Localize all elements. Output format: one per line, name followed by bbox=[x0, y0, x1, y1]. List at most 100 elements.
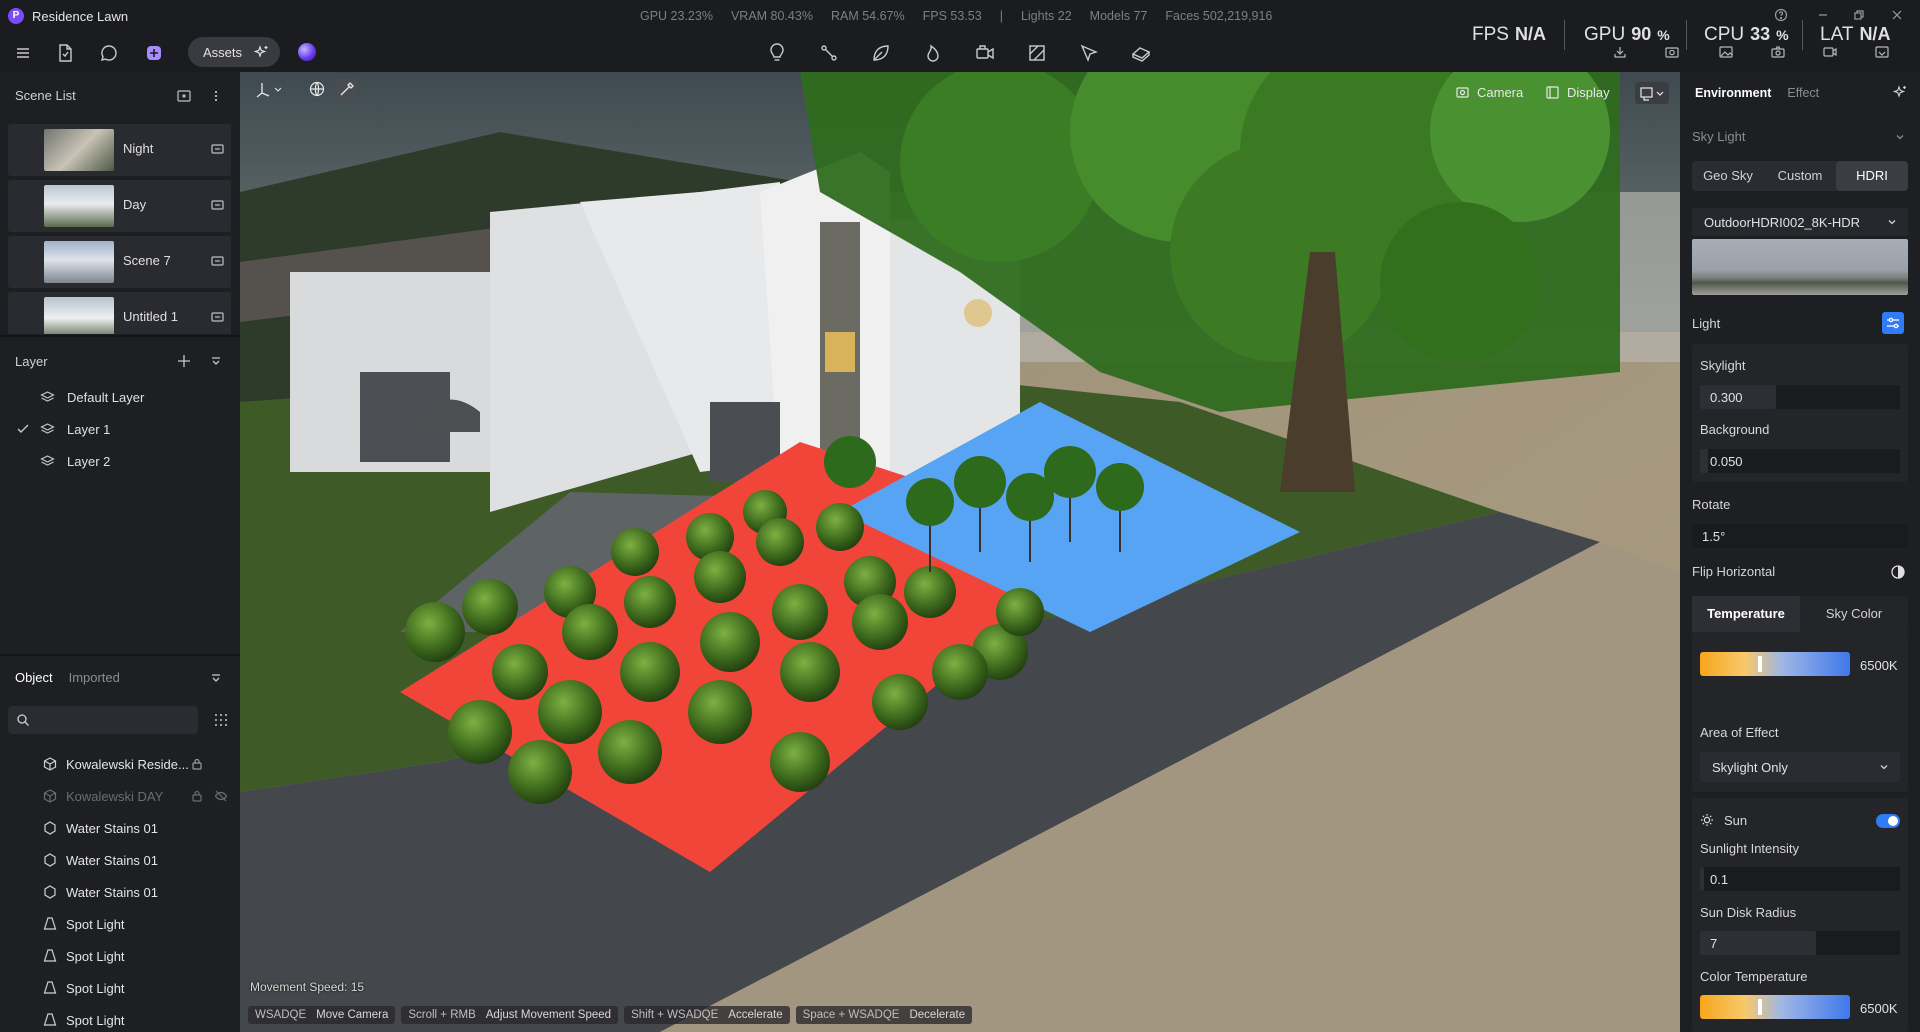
sky-mode-geo-sky[interactable]: Geo Sky bbox=[1692, 161, 1764, 191]
chevron-down-icon[interactable] bbox=[1894, 131, 1906, 143]
light-bulb-icon[interactable] bbox=[766, 42, 788, 64]
list-item[interactable]: Water Stains 01 bbox=[28, 876, 240, 908]
list-item[interactable]: Spot Light bbox=[28, 972, 240, 1004]
sunlight-intensity-input[interactable]: 0.1 bbox=[1700, 867, 1900, 891]
list-item[interactable]: Kowalewski DAY bbox=[28, 780, 240, 812]
camera-icon[interactable] bbox=[210, 197, 226, 213]
more-icon[interactable] bbox=[208, 88, 224, 104]
eyedropper-icon[interactable] bbox=[335, 79, 357, 101]
rotate-input[interactable]: 1.5° bbox=[1692, 524, 1908, 548]
right-panel: Environment Effect Sky Light Geo Sky Cus… bbox=[1680, 72, 1920, 1032]
eraser-icon[interactable] bbox=[1130, 42, 1152, 64]
camera-menu-button[interactable]: Camera bbox=[1455, 85, 1523, 100]
skylight-value: 0.300 bbox=[1710, 390, 1743, 405]
layers-icon bbox=[40, 390, 55, 405]
background-input[interactable]: 0.050 bbox=[1700, 449, 1900, 473]
spot-light-icon bbox=[42, 980, 58, 996]
skylight-input[interactable]: 0.300 bbox=[1700, 385, 1900, 409]
ai-plugin-icon[interactable] bbox=[143, 42, 165, 64]
collapse-icon[interactable] bbox=[208, 353, 224, 369]
contrast-icon[interactable] bbox=[1890, 564, 1906, 580]
background-label: Background bbox=[1700, 422, 1770, 437]
stats-bar: GPU 23.23% VRAM 80.43% RAM 54.67% FPS 53… bbox=[640, 9, 1272, 23]
slider-handle[interactable] bbox=[1758, 656, 1763, 672]
file-icon[interactable] bbox=[54, 42, 76, 64]
chat-icon[interactable] bbox=[98, 42, 120, 64]
video-camera-icon[interactable] bbox=[974, 42, 996, 64]
sky-light-title: Sky Light bbox=[1692, 129, 1746, 144]
list-item[interactable]: Spot Light bbox=[28, 1004, 240, 1032]
list-item[interactable]: Water Stains 01 bbox=[28, 812, 240, 844]
add-scene-icon[interactable] bbox=[176, 88, 192, 104]
spot-light-icon bbox=[42, 916, 58, 932]
scene-thumbnail bbox=[44, 129, 114, 171]
orb-icon[interactable] bbox=[298, 43, 316, 61]
list-item[interactable]: Kowalewski Reside... bbox=[28, 748, 240, 780]
leaf-icon[interactable] bbox=[870, 42, 892, 64]
tab-object[interactable]: Object bbox=[15, 670, 53, 685]
viewport-layout-icon[interactable] bbox=[1635, 82, 1669, 104]
list-item[interactable]: Water Stains 01 bbox=[28, 844, 240, 876]
layer-item-layer-1[interactable]: Layer 1 bbox=[0, 417, 240, 443]
layer-item-default[interactable]: Default Layer bbox=[0, 385, 240, 411]
sky-mode-custom[interactable]: Custom bbox=[1764, 161, 1836, 191]
transform-gizmo-icon[interactable] bbox=[254, 80, 282, 100]
list-item[interactable]: Spot Light bbox=[28, 908, 240, 940]
scene-item-scene-7[interactable]: Scene 7 bbox=[8, 236, 231, 288]
layer-item-layer-2[interactable]: Layer 2 bbox=[0, 449, 240, 475]
menu-icon[interactable] bbox=[12, 42, 34, 64]
light-settings-button[interactable] bbox=[1882, 312, 1904, 334]
restore-icon[interactable] bbox=[1852, 8, 1866, 22]
add-layer-icon[interactable] bbox=[176, 353, 192, 369]
scene-item-day[interactable]: Day bbox=[8, 180, 231, 232]
camera-icon[interactable] bbox=[210, 141, 226, 157]
help-icon[interactable] bbox=[1774, 8, 1788, 22]
tab-environment[interactable]: Environment bbox=[1695, 86, 1771, 100]
search-input[interactable] bbox=[8, 706, 198, 734]
temperature-slider[interactable] bbox=[1700, 652, 1850, 676]
stat-gpu: GPU 23.23% bbox=[640, 9, 713, 23]
hdri-preview[interactable] bbox=[1692, 239, 1908, 295]
object-name: Water Stains 01 bbox=[66, 821, 159, 836]
tab-effect[interactable]: Effect bbox=[1787, 86, 1819, 100]
lock-icon[interactable] bbox=[190, 789, 204, 803]
sky-mode-hdri[interactable]: HDRI bbox=[1836, 161, 1908, 191]
eye-off-icon[interactable] bbox=[214, 789, 228, 803]
grid-view-icon[interactable] bbox=[213, 712, 229, 728]
sun-toggle[interactable] bbox=[1876, 814, 1900, 828]
assets-button[interactable]: Assets bbox=[188, 37, 280, 67]
section-icon[interactable] bbox=[1026, 42, 1048, 64]
sparkle-icon[interactable] bbox=[1892, 84, 1908, 100]
path-icon[interactable] bbox=[818, 42, 840, 64]
background-value: 0.050 bbox=[1710, 454, 1743, 469]
fire-icon[interactable] bbox=[922, 42, 944, 64]
sun-disk-radius-input[interactable]: 7 bbox=[1700, 931, 1900, 955]
scene-item-untitled-1[interactable]: Untitled 1 bbox=[8, 292, 231, 334]
hdri-select[interactable]: OutdoorHDRI002_8K-HDR bbox=[1692, 208, 1908, 236]
lock-icon[interactable] bbox=[190, 757, 204, 771]
3d-viewport[interactable]: Camera Display Movement Speed: 15 WSADQE… bbox=[240, 72, 1680, 1032]
assets-label: Assets bbox=[203, 44, 243, 60]
tab-imported[interactable]: Imported bbox=[69, 670, 120, 685]
collapse-icon[interactable] bbox=[208, 670, 224, 686]
stat-lights: Lights 22 bbox=[1020, 9, 1072, 23]
scene-item-night[interactable]: Night bbox=[8, 124, 231, 176]
display-menu-button[interactable]: Display bbox=[1545, 85, 1610, 100]
search-icon bbox=[16, 713, 30, 727]
close-icon[interactable] bbox=[1890, 8, 1904, 22]
minimize-icon[interactable] bbox=[1816, 8, 1830, 22]
color-temperature-slider[interactable] bbox=[1700, 995, 1850, 1019]
hint-decelerate: Space + WSADQE Decelerate bbox=[795, 1006, 973, 1024]
flip-horizontal-label: Flip Horizontal bbox=[1692, 564, 1776, 579]
area-of-effect-value: Skylight Only bbox=[1712, 760, 1788, 775]
slider-handle[interactable] bbox=[1758, 999, 1763, 1015]
toggle-knob bbox=[1888, 816, 1898, 826]
tab-sky-color[interactable]: Sky Color bbox=[1800, 596, 1908, 632]
tab-temperature[interactable]: Temperature bbox=[1692, 596, 1800, 632]
globe-icon[interactable] bbox=[308, 80, 326, 98]
list-item[interactable]: Spot Light bbox=[28, 940, 240, 972]
camera-icon[interactable] bbox=[210, 309, 226, 325]
area-of-effect-select[interactable]: Skylight Only bbox=[1700, 752, 1900, 782]
measure-icon[interactable] bbox=[1078, 42, 1100, 64]
camera-icon[interactable] bbox=[210, 253, 226, 269]
